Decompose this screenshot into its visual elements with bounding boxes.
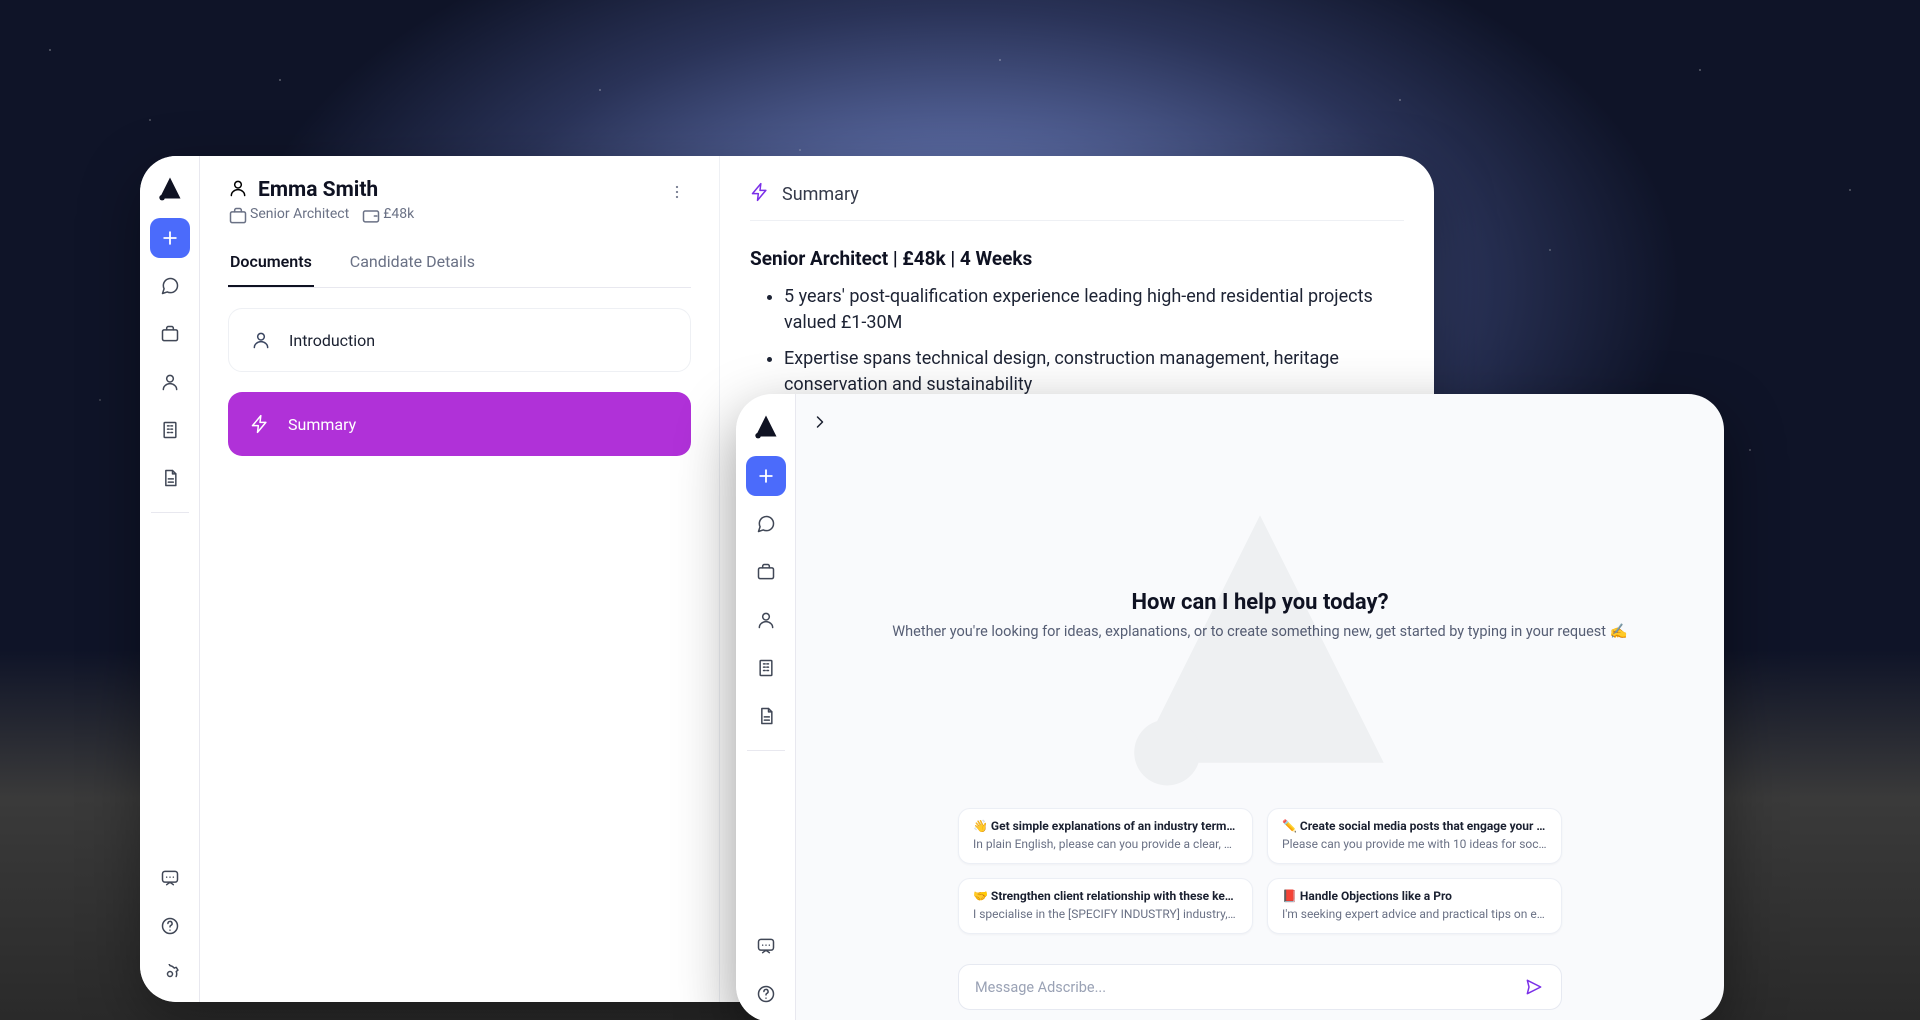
suggestion-title: ✏️ Create social media posts that engage… — [1282, 819, 1547, 833]
nav-person-icon[interactable] — [746, 600, 786, 640]
chat-main: How can I help you today? Whether you're… — [796, 394, 1724, 1020]
nav-settings-icon[interactable] — [150, 954, 190, 994]
chat-hero-subtitle: Whether you're looking for ideas, explan… — [836, 621, 1684, 642]
nav-building-icon[interactable] — [150, 410, 190, 450]
nav-help-icon[interactable] — [150, 906, 190, 946]
summary-heading: Senior Architect | £48k | 4 Weeks — [750, 247, 1404, 270]
app-logo — [750, 410, 782, 442]
new-button[interactable] — [746, 456, 786, 496]
more-menu-button[interactable] — [663, 178, 691, 206]
candidate-name: Emma Smith — [258, 178, 378, 202]
send-button[interactable] — [1519, 972, 1549, 1002]
person-icon — [249, 328, 273, 352]
lightning-icon — [750, 182, 770, 206]
chat-composer — [958, 964, 1562, 1010]
chat-input[interactable] — [975, 979, 1519, 996]
nav-chat-icon[interactable] — [150, 266, 190, 306]
doc-item-summary[interactable]: Summary — [228, 392, 691, 456]
chat-suggestions: 👋 Get simple explanations of an industry… — [958, 808, 1562, 934]
sidebar-divider — [151, 512, 189, 513]
suggestion-desc: In plain English, please can you provide… — [973, 837, 1238, 851]
wallet-icon — [361, 206, 377, 222]
summary-bullet: Expertise spans technical design, constr… — [784, 346, 1404, 398]
person-icon — [228, 178, 248, 202]
sidebar — [140, 156, 200, 1002]
suggestion-desc: I specialise in the [SPECIFY INDUSTRY] i… — [973, 907, 1238, 921]
tab-documents[interactable]: Documents — [228, 242, 314, 287]
suggestion-card[interactable]: 👋 Get simple explanations of an industry… — [958, 808, 1253, 864]
suggestion-title: 🤝 Strengthen client relationship with th… — [973, 889, 1238, 903]
doc-item-introduction[interactable]: Introduction — [228, 308, 691, 372]
summary-bullets: 5 years' post-qualification experience l… — [784, 284, 1404, 398]
candidate-tabs: Documents Candidate Details — [228, 242, 691, 288]
candidate-role: Senior Architect — [228, 206, 349, 222]
suggestion-desc: Please can you provide me with 10 ideas … — [1282, 837, 1547, 851]
candidate-salary-label: £48k — [383, 206, 414, 222]
sidebar-divider — [747, 750, 785, 751]
suggestion-card[interactable]: 📕 Handle Objections like a Pro I'm seeki… — [1267, 878, 1562, 934]
briefcase-icon — [228, 206, 244, 222]
lightning-icon — [248, 412, 272, 436]
summary-title: Summary — [782, 184, 859, 205]
nav-document-icon[interactable] — [150, 458, 190, 498]
chat-hero-title: How can I help you today? — [836, 590, 1684, 615]
suggestion-card[interactable]: 🤝 Strengthen client relationship with th… — [958, 878, 1253, 934]
chat-hero: How can I help you today? Whether you're… — [796, 590, 1724, 642]
doc-item-label: Summary — [288, 415, 356, 434]
chat-window: How can I help you today? Whether you're… — [736, 394, 1724, 1020]
nav-help-icon[interactable] — [746, 974, 786, 1014]
nav-person-icon[interactable] — [150, 362, 190, 402]
nav-feedback-icon[interactable] — [746, 926, 786, 966]
new-button[interactable] — [150, 218, 190, 258]
nav-building-icon[interactable] — [746, 648, 786, 688]
doc-item-label: Introduction — [289, 331, 375, 350]
candidate-role-label: Senior Architect — [250, 206, 349, 222]
nav-feedback-icon[interactable] — [150, 858, 190, 898]
nav-chat-icon[interactable] — [746, 504, 786, 544]
nav-briefcase-icon[interactable] — [150, 314, 190, 354]
suggestion-title: 📕 Handle Objections like a Pro — [1282, 889, 1547, 903]
sidebar — [736, 394, 796, 1020]
suggestion-desc: I'm seeking expert advice and practical … — [1282, 907, 1547, 921]
summary-bullet: 5 years' post-qualification experience l… — [784, 284, 1404, 336]
nav-briefcase-icon[interactable] — [746, 552, 786, 592]
candidate-salary: £48k — [361, 206, 414, 222]
app-logo — [154, 172, 186, 204]
nav-document-icon[interactable] — [746, 696, 786, 736]
expand-sidebar-button[interactable] — [806, 408, 834, 436]
tab-candidate-details[interactable]: Candidate Details — [348, 242, 477, 287]
suggestion-card[interactable]: ✏️ Create social media posts that engage… — [1267, 808, 1562, 864]
candidate-header: Emma Smith Senior Architect £48k — [228, 178, 691, 222]
suggestion-title: 👋 Get simple explanations of an industry… — [973, 819, 1238, 833]
documents-column: Emma Smith Senior Architect £48k — [200, 156, 720, 1002]
